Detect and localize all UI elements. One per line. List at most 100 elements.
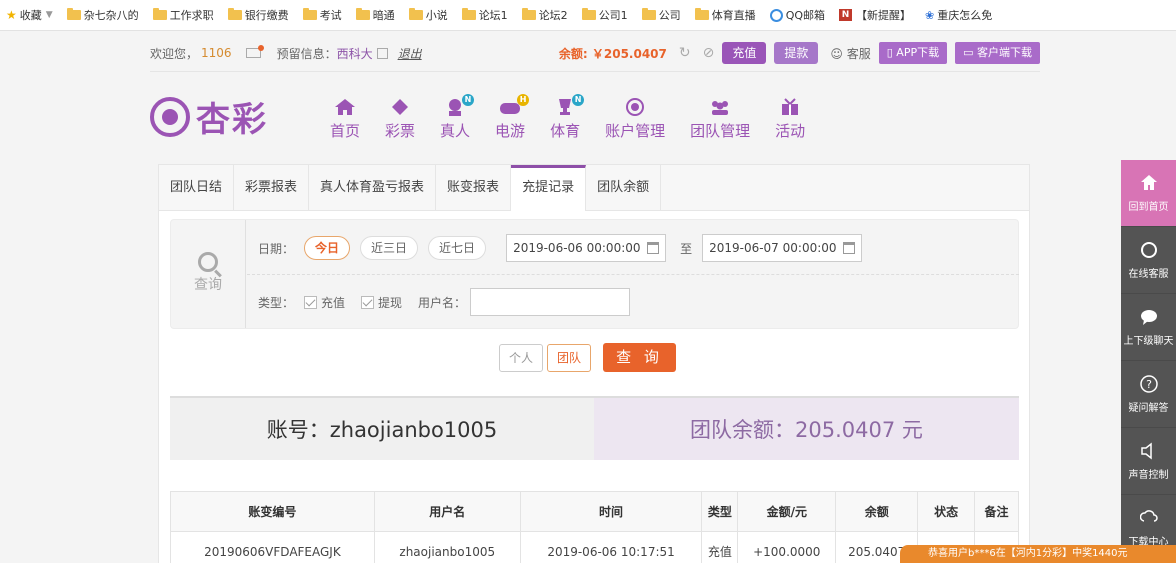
cell-username: zhaojianbo1005 <box>373 531 521 563</box>
bookmark-favorites[interactable]: ★ 收藏 ▼ <box>6 7 53 23</box>
folder-icon <box>355 8 370 20</box>
nav-home[interactable]: 首页 <box>330 98 360 141</box>
records-table: 账变编号 用户名 时间 类型 金额/元 余额 状态 备注 20190606VFD… <box>170 491 1019 563</box>
n-icon: N <box>839 9 853 21</box>
home-icon <box>1140 175 1157 190</box>
checkbox-icon <box>361 295 375 309</box>
recharge-checkbox[interactable]: 充值 <box>304 294 345 311</box>
chat-icon <box>1140 310 1157 325</box>
site-logo[interactable]: 杏彩 <box>150 92 268 141</box>
bookmark-folder[interactable]: 公司1 <box>581 7 628 23</box>
recharge-button[interactable]: 充值 <box>722 42 767 64</box>
nav-sports[interactable]: N 体育 <box>550 94 585 141</box>
bookmark-qqmail[interactable]: QQ邮箱 <box>769 7 825 23</box>
dealer-icon: N <box>444 94 475 116</box>
home-icon <box>334 98 356 116</box>
col-header: 时间 <box>519 491 703 532</box>
table-header-row: 账变编号 用户名 时间 类型 金额/元 余额 状态 备注 <box>170 491 1019 532</box>
withdraw-checkbox[interactable]: 提现 <box>361 294 402 311</box>
mail-icon[interactable] <box>245 45 264 58</box>
bookmark-folder[interactable]: 体育直播 <box>694 7 756 23</box>
content-panel: 团队日结 彩票报表 真人体育盈亏报表 账变报表 充提记录 团队余额 查询 日期：… <box>158 164 1030 563</box>
col-header: 金额/元 <box>737 491 837 532</box>
tab-live-sports-report[interactable]: 真人体育盈亏报表 <box>309 165 437 210</box>
bookmark-folder[interactable]: 小说 <box>408 7 448 23</box>
bookmark-new-reminder[interactable]: N 【新提醒】 <box>839 7 911 23</box>
col-header: 状态 <box>917 491 976 532</box>
calendar-icon <box>647 242 660 254</box>
client-download-button[interactable]: ▭ 客户端下载 <box>955 42 1040 64</box>
trophy-icon: N <box>554 94 585 116</box>
side-faq[interactable]: ? 疑问解答 <box>1121 361 1176 428</box>
headset-icon: ☺ <box>830 46 843 61</box>
edit-icon[interactable] <box>376 47 388 59</box>
service-link[interactable]: ☺ 客服 <box>830 45 870 62</box>
folder-icon <box>694 8 709 20</box>
nav-egames[interactable]: H 电游 <box>495 94 530 141</box>
group-icon <box>709 98 731 116</box>
tab-account-change[interactable]: 账变报表 <box>436 165 512 210</box>
summary-bar: 账号：zhaojianbo1005 团队余额：205.0407 元 <box>170 396 1019 460</box>
logout-link[interactable]: 退出 <box>398 45 422 62</box>
nav-live[interactable]: N 真人 <box>440 94 475 141</box>
new-badge: N <box>572 94 585 106</box>
tab-team-balance[interactable]: 团队余额 <box>586 165 662 210</box>
phone-icon: ▯ <box>886 46 893 59</box>
date-to-field[interactable]: 2019-06-07 00:00:00 <box>702 234 863 262</box>
caret-icon: ▼ <box>45 10 53 20</box>
bookmark-folder[interactable]: 考试 <box>302 7 342 23</box>
bookmark-folder[interactable]: 工作求职 <box>152 7 214 23</box>
team-button[interactable]: 团队 <box>547 343 592 372</box>
app-download-button[interactable]: ▯ APP下载 <box>878 42 948 64</box>
bookmark-folder[interactable]: 论坛1 <box>461 7 508 23</box>
svg-text:?: ? <box>1146 378 1152 391</box>
username-input[interactable] <box>470 288 631 316</box>
folder-icon <box>581 8 596 20</box>
query-button[interactable]: 查 询 <box>603 343 677 372</box>
bookmark-folder[interactable]: 杂七杂八的 <box>66 7 139 23</box>
tab-team-daily[interactable]: 团队日结 <box>159 165 235 210</box>
date-from-field[interactable]: 2019-06-06 00:00:00 <box>506 234 667 262</box>
support-24-icon <box>1140 242 1157 258</box>
nav-team[interactable]: 团队管理 <box>690 98 750 141</box>
eye-off-icon[interactable]: ⊘ <box>703 45 715 61</box>
side-home[interactable]: 回到首页 <box>1121 160 1176 227</box>
col-header: 账变编号 <box>170 491 375 532</box>
paw-icon: ❀ <box>925 8 935 22</box>
withdraw-button[interactable]: 提款 <box>774 42 819 64</box>
table-row[interactable]: 20190606VFDAFEAGJK zhaojianbo1005 2019-0… <box>170 531 1019 563</box>
chip-3days[interactable]: 近三日 <box>360 236 419 260</box>
logo-text: 杏彩 <box>196 100 268 140</box>
nav-account[interactable]: 账户管理 <box>605 98 665 141</box>
chip-7days[interactable]: 近七日 <box>428 236 487 260</box>
nav-lottery[interactable]: 彩票 <box>385 98 415 141</box>
folder-icon <box>66 8 81 20</box>
bookmark-chongqing[interactable]: ❀ 重庆怎么免 <box>925 7 992 23</box>
bookmark-folder[interactable]: 论坛2 <box>521 7 568 23</box>
date-row: 日期： 今日 近三日 近七日 2019-06-06 00:00:00 至 201… <box>258 234 863 262</box>
folder-icon <box>152 8 167 20</box>
chip-today[interactable]: 今日 <box>304 236 351 260</box>
new-badge: N <box>462 94 475 106</box>
personal-button[interactable]: 个人 <box>499 343 544 372</box>
bookmarks-bar: ★ 收藏 ▼ 杂七杂八的 工作求职 银行缴费 考试 暗通 小说 论坛1 论坛2 公司… <box>0 0 1176 31</box>
divider <box>247 274 1019 275</box>
nav-activity[interactable]: 活动 <box>775 98 805 141</box>
main-nav: 首页 彩票 N 真人 H 电游 N 体育 账户管理 团队管理 活动 <box>330 94 830 141</box>
tab-lottery-report[interactable]: 彩票报表 <box>234 165 310 210</box>
tab-recharge-withdraw[interactable]: 充提记录 <box>511 165 587 211</box>
side-online-service[interactable]: 在线客服 <box>1121 227 1176 294</box>
folder-icon <box>227 8 242 20</box>
type-row: 类型： 充值 提现 用户名： <box>258 288 631 316</box>
bookmark-folder[interactable]: 银行缴费 <box>227 7 289 23</box>
side-sound[interactable]: 声音控制 <box>1121 428 1176 495</box>
logo-mark-icon <box>150 96 190 137</box>
refresh-icon[interactable]: ↻ <box>679 45 691 61</box>
query-actions: 个人 团队 查 询 <box>499 343 677 372</box>
bookmark-folder[interactable]: 暗通 <box>355 7 395 23</box>
win-ticker: 恭喜用户b***6在【河内1分彩】中奖1440元 <box>900 545 1176 563</box>
search-icon <box>198 252 218 272</box>
monitor-icon: ▭ <box>963 46 974 59</box>
bookmark-folder[interactable]: 公司 <box>641 7 681 23</box>
side-chat[interactable]: 上下级聊天 <box>1121 294 1176 361</box>
